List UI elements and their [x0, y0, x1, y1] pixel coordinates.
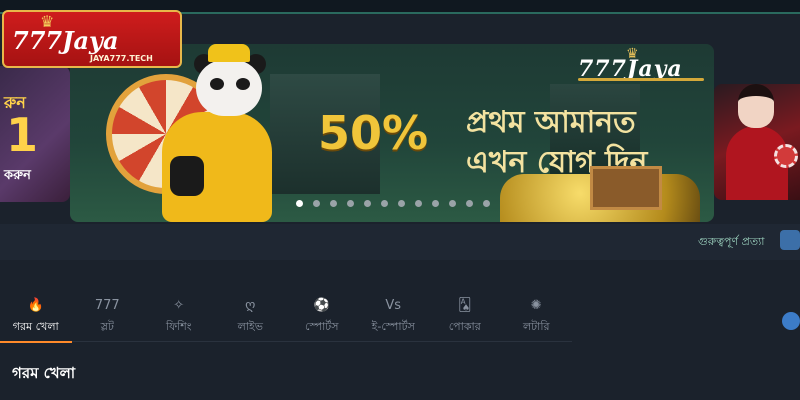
carousel-dot[interactable]: [347, 200, 354, 207]
casino-chip-illustration: [774, 144, 798, 168]
tab-slot[interactable]: 777 স্লট: [72, 292, 144, 342]
panda-mascot-eye: [210, 78, 224, 90]
carousel-dot[interactable]: [432, 200, 439, 207]
tab-label: স্পোর্টস: [304, 319, 339, 333]
tab-lottery[interactable]: ✺ লটারি: [501, 292, 573, 342]
versus-icon: Vs: [385, 297, 402, 313]
carousel-dot[interactable]: [330, 200, 337, 207]
site-logo-subtitle: JAYA777.TECH: [90, 54, 153, 63]
logo-swoosh: [578, 78, 704, 81]
lottery-icon: ✺: [530, 297, 542, 313]
tab-versus[interactable]: Vs ই-স্পোর্টস: [358, 292, 430, 342]
tab-label: গরম খেলা: [12, 319, 59, 333]
mail-icon[interactable]: [780, 230, 800, 250]
panda-mascot-hat: [208, 44, 250, 62]
carousel-dot[interactable]: [398, 200, 405, 207]
tab-fish[interactable]: ✧ ফিশিং: [143, 292, 215, 342]
carousel-dot[interactable]: [296, 200, 303, 207]
tab-soccer[interactable]: ⚽ স্পোর্টস: [286, 292, 358, 342]
search-icon[interactable]: [782, 312, 800, 330]
tab-label: লাইভ: [237, 319, 263, 333]
panda-mascot-eye: [236, 78, 250, 90]
next-slide[interactable]: [714, 84, 800, 200]
tab-label: স্লট: [100, 319, 114, 333]
carousel-dot[interactable]: [483, 200, 490, 207]
carousel-dot[interactable]: [415, 200, 422, 207]
previous-slide[interactable]: রুন 1 করুন: [0, 66, 70, 202]
tab-label: পোকার: [448, 319, 481, 333]
carousel-dot[interactable]: [313, 200, 320, 207]
notice-bar: [0, 224, 800, 260]
panda-mascot-head: [196, 60, 262, 116]
tab-label: ফিশিং: [165, 319, 192, 333]
tab-label: লটারি: [522, 319, 550, 333]
tab-cards[interactable]: 🂡 পোকার: [429, 292, 501, 342]
live-icon: ღ: [245, 297, 256, 313]
bonus-percent: 50%: [318, 106, 429, 160]
treasure-crate-illustration: [590, 166, 662, 210]
carousel-dot[interactable]: [466, 200, 473, 207]
site-logo-title: 777Jaya: [12, 26, 119, 55]
model-illustration-head: [738, 84, 774, 128]
fish-icon: ✧: [173, 297, 185, 313]
banner-brand-logo: ♛ 777Jaya: [574, 46, 710, 82]
section-title: গরম খেলা: [12, 364, 76, 382]
soccer-icon: ⚽: [313, 297, 330, 313]
carousel-dot[interactable]: [449, 200, 456, 207]
carousel-dot[interactable]: [364, 200, 371, 207]
prev-slide-text-2: 1: [6, 108, 39, 162]
slot-icon: 777: [94, 297, 120, 313]
tab-live[interactable]: ღ লাইভ: [215, 292, 287, 342]
promo-banner[interactable]: ♛ 777Jaya 50% প্রথম আমানত এখন যোগ দিন: [70, 44, 714, 222]
tab-label: ই-স্পোর্টস: [371, 319, 415, 333]
game-category-tabs: 🔥 গরম খেলা 777 স্লট ✧ ফিশিং ღ লাইভ ⚽ স্পোর্টস Vs ই-…: [0, 292, 573, 343]
carousel-dot[interactable]: [381, 200, 388, 207]
prev-slide-text-3: করুন: [4, 168, 31, 183]
site-logo[interactable]: ♛ 777Jaya JAYA777.TECH: [2, 10, 182, 68]
panda-mascot-arm: [170, 156, 204, 196]
notice-marquee-text[interactable]: গুরুত্বপূর্ণ প্রত্যা: [698, 233, 764, 252]
cards-icon: 🂡: [458, 297, 472, 313]
carousel-pagination: [296, 200, 490, 207]
tab-fire[interactable]: 🔥 গরম খেলা: [0, 292, 72, 343]
fire-icon: 🔥: [27, 297, 44, 313]
